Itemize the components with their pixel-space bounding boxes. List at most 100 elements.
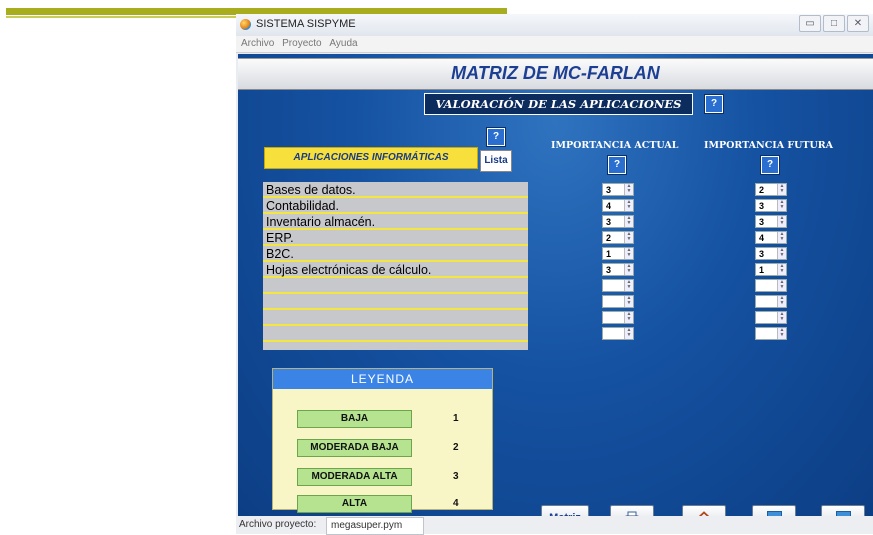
spinner-arrows-icon[interactable]: ▲ ▼ <box>624 280 633 291</box>
futura-spinner[interactable]: 4 ▲ ▼ <box>755 231 787 244</box>
applications-list: Bases de datos. Contabilidad. Inventario… <box>263 182 528 350</box>
title-bar: SISTEMA SISPYME ▭ □ ✕ <box>236 14 873 36</box>
spinner-arrows-icon[interactable]: ▲ ▼ <box>777 328 786 339</box>
spinner-arrows-icon[interactable]: ▲ ▼ <box>624 312 633 323</box>
list-item[interactable] <box>263 295 528 310</box>
list-item[interactable]: ERP. <box>263 231 528 246</box>
close-icon: ✕ <box>853 18 863 29</box>
actual-spinner[interactable]: 4 ▲ ▼ <box>602 199 634 212</box>
header-bar: MATRIZ DE MC-FARLAN <box>238 58 873 90</box>
actual-spinner[interactable]: 3 ▲ ▼ <box>602 215 634 228</box>
actual-value: 2 <box>606 233 612 243</box>
list-item[interactable] <box>263 279 528 294</box>
minimize-button[interactable]: ▭ <box>799 15 821 32</box>
apps-panel-label: APLICACIONES INFORMÁTICAS <box>264 147 478 169</box>
futura-value: 1 <box>759 265 765 275</box>
actual-value: 4 <box>606 201 612 211</box>
spinner-arrows-icon[interactable]: ▲ ▼ <box>624 216 633 227</box>
window-title: SISTEMA SISPYME <box>256 18 356 30</box>
list-item[interactable] <box>263 327 528 342</box>
maximize-icon: □ <box>830 18 838 29</box>
spinner-arrows-icon[interactable]: ▲ ▼ <box>624 264 633 275</box>
maximize-button[interactable]: □ <box>823 15 845 32</box>
futura-spinner[interactable]: ▲ ▼ <box>755 295 787 308</box>
window-controls: ▭ □ ✕ <box>799 15 869 32</box>
column-header-actual: IMPORTANCIA ACTUAL <box>551 140 679 151</box>
minimize-icon: ▭ <box>805 18 815 29</box>
list-item[interactable] <box>263 311 528 326</box>
menu-proyecto[interactable]: Proyecto <box>282 38 321 49</box>
legend-item-value: 4 <box>453 498 459 509</box>
legend-item-label: ALTA <box>297 495 412 513</box>
spinner-arrows-icon[interactable]: ▲ ▼ <box>624 184 633 195</box>
actual-spinner[interactable]: 1 ▲ ▼ <box>602 247 634 260</box>
spinner-arrows-icon[interactable]: ▲ ▼ <box>777 280 786 291</box>
spinner-arrows-icon[interactable]: ▲ ▼ <box>777 232 786 243</box>
section-subtitle: VALORACIÓN DE LAS APLICACIONES <box>424 93 693 115</box>
actual-spinner[interactable]: 3 ▲ ▼ <box>602 183 634 196</box>
actual-spinner[interactable]: 3 ▲ ▼ <box>602 263 634 276</box>
actual-spinner[interactable]: ▲ ▼ <box>602 327 634 340</box>
legend-panel: LEYENDA BAJA 1 MODERADA BAJA 2 MODERADA … <box>272 368 493 513</box>
futura-value: 3 <box>759 249 765 259</box>
futura-spinner[interactable]: 3 ▲ ▼ <box>755 215 787 228</box>
list-item[interactable]: Bases de datos. <box>263 183 528 198</box>
help-button-futura[interactable]: ? <box>761 156 779 174</box>
status-file-name: megasuper.pym <box>326 517 424 535</box>
futura-value: 4 <box>759 233 765 243</box>
legend-item-label: BAJA <box>297 410 412 428</box>
spinner-arrows-icon[interactable]: ▲ ▼ <box>624 232 633 243</box>
help-button-valoracion[interactable]: ? <box>705 95 723 113</box>
status-bar: Archivo proyecto: megasuper.pym <box>236 516 873 535</box>
legend-item-value: 1 <box>453 413 459 424</box>
status-label: Archivo proyecto: <box>239 519 317 530</box>
list-item[interactable]: B2C. <box>263 247 528 262</box>
futura-spinner[interactable]: ▲ ▼ <box>755 327 787 340</box>
actual-value: 3 <box>606 217 612 227</box>
main-panel: MATRIZ DE MC-FARLAN VALORACIÓN DE LAS AP… <box>238 54 873 516</box>
close-button[interactable]: ✕ <box>847 15 869 32</box>
spinner-arrows-icon[interactable]: ▲ ▼ <box>624 296 633 307</box>
app-window: SISTEMA SISPYME ▭ □ ✕ Archivo Proyecto A… <box>236 14 873 535</box>
help-button-actual[interactable]: ? <box>608 156 626 174</box>
spinner-arrows-icon[interactable]: ▲ ▼ <box>777 248 786 259</box>
futura-spinner[interactable]: ▲ ▼ <box>755 279 787 292</box>
futura-spinner[interactable]: 3 ▲ ▼ <box>755 199 787 212</box>
futura-value: 3 <box>759 201 765 211</box>
lista-button[interactable]: Lista <box>480 150 512 172</box>
spinner-arrows-icon[interactable]: ▲ ▼ <box>777 296 786 307</box>
list-item[interactable]: Contabilidad. <box>263 199 528 214</box>
list-item[interactable]: Inventario almacén. <box>263 215 528 230</box>
futura-spinner[interactable]: ▲ ▼ <box>755 311 787 324</box>
actual-spinner[interactable]: ▲ ▼ <box>602 311 634 324</box>
spinner-arrows-icon[interactable]: ▲ ▼ <box>777 216 786 227</box>
legend-item-label: MODERADA ALTA <box>297 468 412 486</box>
legend-title: LEYENDA <box>273 369 492 389</box>
menu-bar: Archivo Proyecto Ayuda <box>236 36 873 53</box>
spinner-arrows-icon[interactable]: ▲ ▼ <box>777 264 786 275</box>
column-header-futura: IMPORTANCIA FUTURA <box>704 140 834 151</box>
legend-item-value: 2 <box>453 442 459 453</box>
spinner-arrows-icon[interactable]: ▲ ▼ <box>624 200 633 211</box>
spinner-arrows-icon[interactable]: ▲ ▼ <box>777 200 786 211</box>
legend-item-value: 3 <box>453 471 459 482</box>
futura-spinner[interactable]: 3 ▲ ▼ <box>755 247 787 260</box>
spinner-arrows-icon[interactable]: ▲ ▼ <box>777 184 786 195</box>
spinner-arrows-icon[interactable]: ▲ ▼ <box>624 328 633 339</box>
futura-spinner[interactable]: 1 ▲ ▼ <box>755 263 787 276</box>
actual-value: 3 <box>606 185 612 195</box>
actual-spinner[interactable]: ▲ ▼ <box>602 279 634 292</box>
actual-spinner[interactable]: 2 ▲ ▼ <box>602 231 634 244</box>
futura-value: 2 <box>759 185 765 195</box>
app-logo-icon <box>240 19 251 30</box>
futura-value: 3 <box>759 217 765 227</box>
actual-value: 3 <box>606 265 612 275</box>
futura-spinner[interactable]: 2 ▲ ▼ <box>755 183 787 196</box>
help-button-aplicaciones[interactable]: ? <box>487 128 505 146</box>
spinner-arrows-icon[interactable]: ▲ ▼ <box>777 312 786 323</box>
actual-spinner[interactable]: ▲ ▼ <box>602 295 634 308</box>
menu-ayuda[interactable]: Ayuda <box>329 38 357 49</box>
spinner-arrows-icon[interactable]: ▲ ▼ <box>624 248 633 259</box>
menu-archivo[interactable]: Archivo <box>241 38 274 49</box>
list-item[interactable]: Hojas electrónicas de cálculo. <box>263 263 528 278</box>
